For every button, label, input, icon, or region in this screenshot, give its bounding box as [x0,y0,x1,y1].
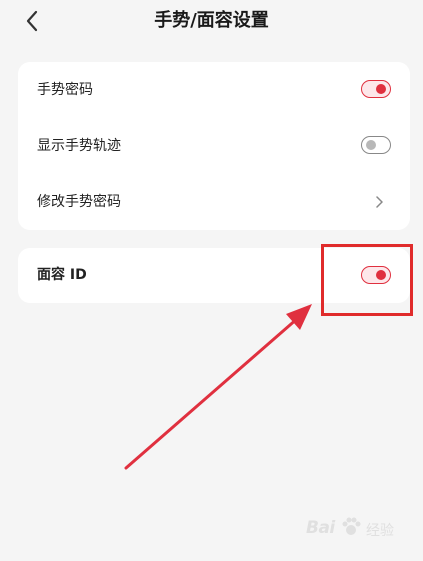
change-gesture-password-row[interactable]: 修改手势密码 [18,174,410,230]
page-title: 手势/面容设置 [154,10,269,31]
toggle-knob [376,84,386,94]
gesture-password-row: 手势密码 [18,62,410,118]
highlight-box [321,244,413,316]
show-gesture-trail-toggle[interactable] [361,136,391,154]
face-id-label: 面容 ID [37,267,87,283]
change-gesture-password-label: 修改手势密码 [37,194,121,210]
toggle-knob [366,140,376,150]
paw-icon [342,517,361,535]
gesture-password-toggle[interactable] [361,80,391,98]
watermark-brand: Bai [306,518,335,538]
watermark-suffix: 经验 [366,523,394,539]
gesture-settings-card: 手势密码 显示手势轨迹 修改手势密码 [18,62,410,230]
show-gesture-trail-label: 显示手势轨迹 [37,138,121,154]
watermark: Bai 经验 [306,508,416,548]
chevron-right-icon [376,196,383,208]
header: 手势/面容设置 [0,0,423,44]
show-gesture-trail-row: 显示手势轨迹 [18,118,410,174]
gesture-password-label: 手势密码 [37,82,93,98]
